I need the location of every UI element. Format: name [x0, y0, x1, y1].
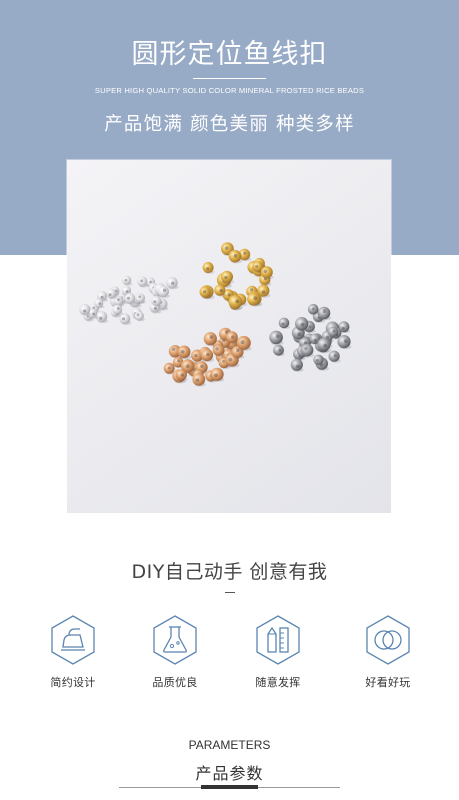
parameters-title-cn: 产品参数	[195, 764, 264, 783]
product-photo	[67, 160, 391, 513]
steel-bead	[290, 358, 304, 372]
steel-bead	[278, 317, 291, 329]
feature-label: 随意发挥	[255, 676, 301, 689]
steel-bead	[337, 335, 352, 350]
english-subtitle: SUPER HIGH QUALITY SOLID COLOR MINERAL F…	[94, 86, 365, 95]
silver-bead	[122, 275, 133, 286]
title-divider	[193, 78, 266, 79]
steel-bead	[307, 303, 320, 316]
parameters-title-en: PARAMETERS	[188, 738, 271, 752]
chinese-subtitle: 产品饱满 颜色美丽 种类多样	[104, 114, 355, 135]
beads-image	[79, 242, 352, 387]
pencil-ruler-icon	[256, 615, 300, 665]
steel-bead	[273, 344, 285, 357]
rose-bead	[192, 373, 206, 387]
silver-bead	[137, 276, 149, 288]
feature-label: 好看好玩	[365, 676, 411, 689]
slogan: DIY自己动手 创意有我	[131, 561, 328, 583]
rings-icon	[366, 615, 410, 665]
flask-icon	[153, 615, 197, 665]
rose-bead	[203, 332, 218, 347]
parameters-accent-bar	[201, 785, 258, 789]
iron-icon	[51, 615, 95, 665]
feature-label: 简约设计	[50, 676, 96, 689]
silver-bead	[166, 276, 179, 290]
silver-bead	[119, 313, 132, 325]
steel-bead	[269, 330, 284, 346]
silver-bead	[79, 304, 92, 316]
feature-free-creation: 随意发挥	[243, 614, 313, 690]
steel-bead	[313, 354, 325, 366]
feature-simple-design: 简约设计	[38, 614, 108, 690]
page-title: 圆形定位鱼线扣	[131, 39, 328, 70]
gold-bead	[202, 262, 215, 274]
steel-bead	[328, 350, 341, 363]
silver-bead	[134, 311, 145, 322]
feature-quality: 品质优良	[140, 614, 210, 690]
feature-fun: 好看好玩	[353, 614, 423, 690]
feature-label: 品质优良	[152, 676, 198, 689]
slogan-divider	[225, 592, 235, 593]
